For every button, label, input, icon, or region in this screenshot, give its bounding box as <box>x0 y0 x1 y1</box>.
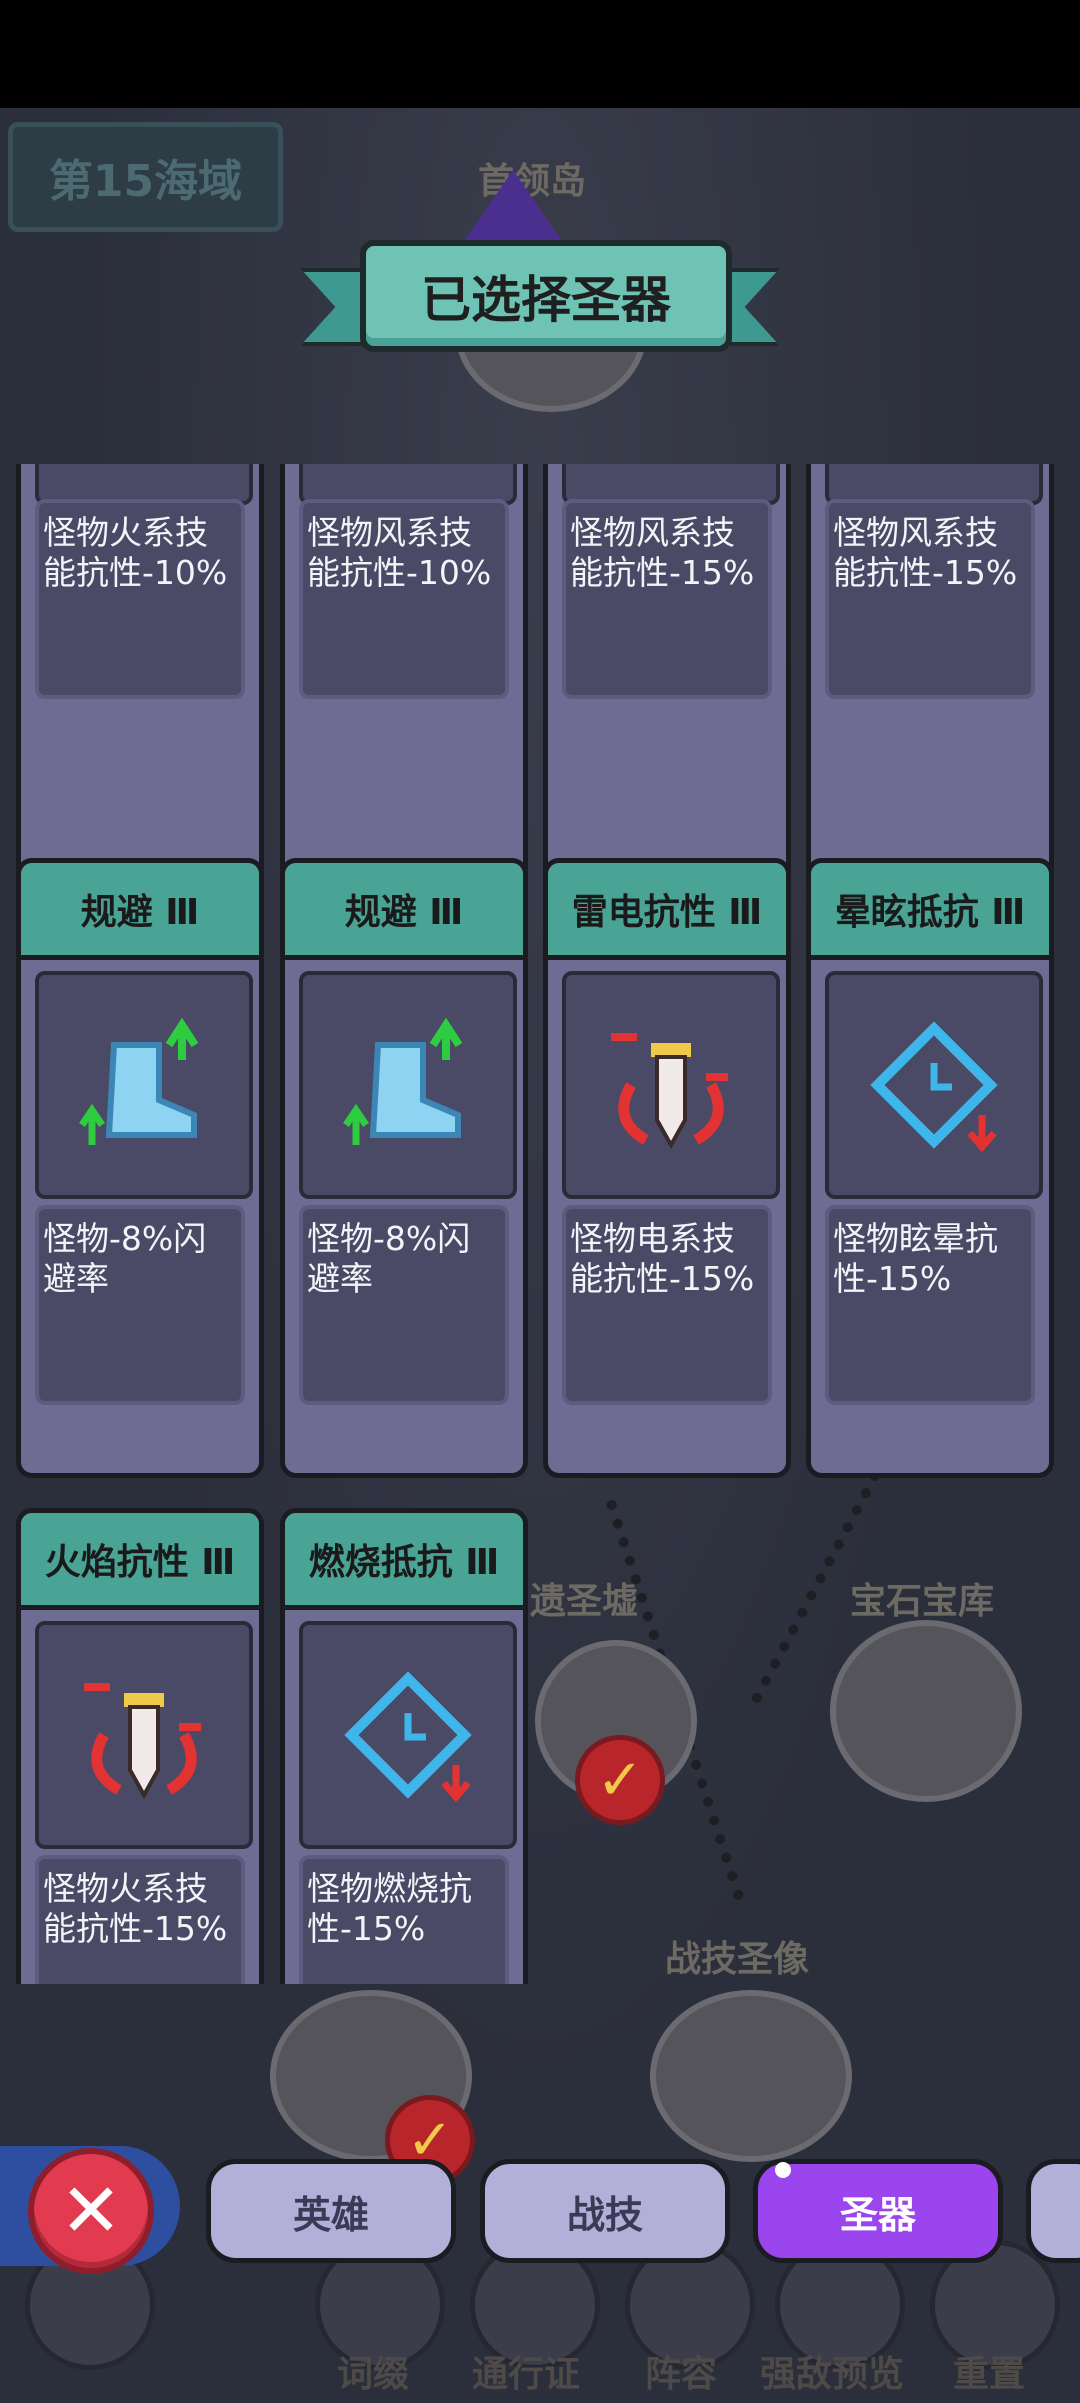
artifact-title: 燃烧抵抗 Ⅲ <box>285 1513 523 1610</box>
artifact-card[interactable]: 雷电抗性 Ⅲ 怪物电系技能抗性-15% <box>543 858 791 1478</box>
artifact-title: 晕眩抵抗 Ⅲ <box>811 863 1049 960</box>
artifact-card[interactable]: 燃烧抵抗 Ⅲ 怪物燃烧抗性-15% <box>280 1508 528 1984</box>
map-node-skill-statue[interactable] <box>650 1990 852 2162</box>
artifact-title: 规避 Ⅲ <box>21 863 259 960</box>
artifact-card[interactable]: 火焰抗性 Ⅲ 怪物火系技能抗性-15% <box>16 1508 264 1984</box>
boot-icon <box>299 971 517 1199</box>
artifact-title: 规避 Ⅲ <box>285 863 523 960</box>
status-bar <box>0 0 1080 108</box>
boss-crown-icon <box>458 170 568 250</box>
artifact-card[interactable]: 规避 Ⅲ 怪物-8%闪避率 <box>280 858 528 1478</box>
artifact-desc: 怪物电系技能抗性-15% <box>562 1205 772 1405</box>
artifact-desc: 怪物火系技能抗性-10% <box>35 499 245 699</box>
tab-more[interactable] <box>1026 2159 1080 2263</box>
artifact-title: 雷电抗性 Ⅲ <box>548 863 786 960</box>
artifact-card[interactable]: 规避 Ⅲ 怪物-8%闪避率 <box>16 858 264 1478</box>
artifact-desc: 怪物风系技能抗性-10% <box>299 499 509 699</box>
artifact-desc: 怪物-8%闪避率 <box>299 1205 509 1405</box>
artifact-desc: 怪物燃烧抗性-15% <box>299 1855 509 1984</box>
artifact-desc: 怪物眩晕抗性-15% <box>825 1205 1035 1405</box>
artifact-desc: 怪物风系技能抗性-15% <box>825 499 1035 699</box>
clock-diamond-icon <box>825 971 1043 1199</box>
artifact-list[interactable]: 怪物火系技能抗性-10% 怪物风系技能抗性-10% 怪物风系技能抗性-15% 怪… <box>16 464 1066 1984</box>
zone-label: 第15海域 <box>8 122 283 232</box>
artifact-desc: 怪物-8%闪避率 <box>35 1205 245 1405</box>
menu-pass-label: 通行证 <box>472 2354 581 2395</box>
artifact-desc: 怪物风系技能抗性-15% <box>562 499 772 699</box>
artifact-title: 火焰抗性 Ⅲ <box>21 1513 259 1610</box>
tab-indicator-dot <box>775 2162 791 2178</box>
artifact-desc: 怪物火系技能抗性-15% <box>35 1855 245 1984</box>
boot-icon <box>35 971 253 1199</box>
close-button[interactable]: ✕ <box>28 2148 154 2274</box>
artifact-card[interactable]: 晕眩抵抗 Ⅲ 怪物眩晕抗性-15% <box>806 858 1054 1478</box>
menu-reset-label: 重置 <box>953 2354 1026 2395</box>
sword-icon <box>35 1621 253 1849</box>
menu-affix-label: 词缀 <box>337 2354 410 2395</box>
sword-icon <box>562 971 780 1199</box>
tab-hero[interactable]: 英雄 <box>206 2159 456 2263</box>
banner-title: 已选择圣器 <box>360 240 732 352</box>
tab-artifact[interactable]: 圣器 <box>753 2159 1003 2263</box>
menu-lineup-label: 阵容 <box>645 2354 718 2395</box>
selected-artifacts-banner: 已选择圣器 <box>300 240 780 360</box>
menu-enemy-preview-label: 强敌预览 <box>760 2354 905 2395</box>
clock-diamond-icon <box>299 1621 517 1849</box>
tab-skill[interactable]: 战技 <box>480 2159 730 2263</box>
